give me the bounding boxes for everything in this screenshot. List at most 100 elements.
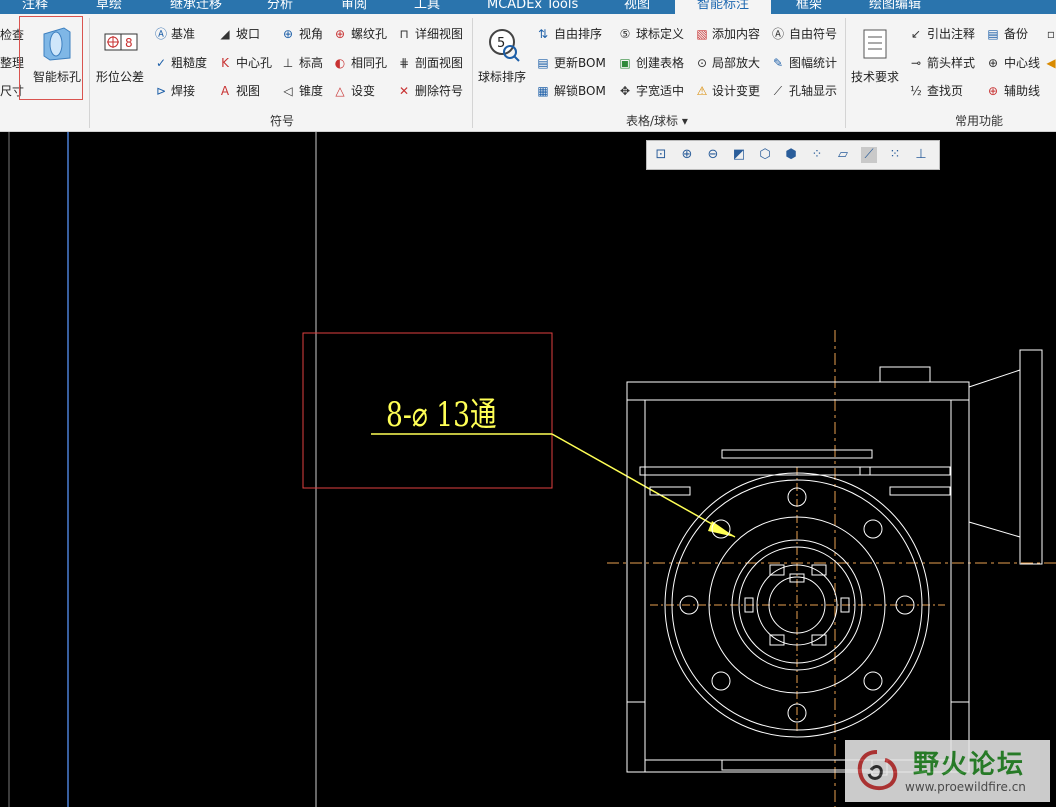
- sheet-stats-button[interactable]: 图幅统计: [789, 56, 837, 70]
- common-group-label: 常用功能: [955, 114, 1004, 128]
- svg-text:8: 8: [125, 36, 133, 50]
- fit-width-button[interactable]: 字宽适中: [636, 84, 684, 98]
- view-label-button[interactable]: 视图: [236, 84, 260, 98]
- design-change-icon: △: [335, 84, 345, 98]
- group-separator: [472, 18, 473, 128]
- repaint-icon[interactable]: ◩: [731, 147, 747, 163]
- groove-button[interactable]: 坡口: [236, 27, 260, 41]
- create-table-button[interactable]: 创建表格: [636, 56, 684, 70]
- display-style-icon[interactable]: ⬡: [757, 147, 773, 163]
- group-separator: [89, 18, 90, 128]
- tab-smart-annotate[interactable]: 智能标注: [675, 0, 772, 14]
- view-angle-button[interactable]: 视角: [299, 27, 323, 41]
- sheet-stats-icon: ✎: [772, 56, 784, 70]
- hole-axis-icon: ⟋: [773, 84, 783, 98]
- weld-button[interactable]: 焊接: [171, 84, 195, 98]
- delete-symbol-button[interactable]: 删除符号: [415, 84, 463, 98]
- update-bom-button[interactable]: 更新BOM: [554, 56, 606, 70]
- tab-view[interactable]: 视图: [624, 0, 650, 14]
- saved-view-icon[interactable]: ⬢: [783, 147, 799, 163]
- leader-note-button[interactable]: 引出注释: [927, 27, 975, 41]
- partial-tool-icon[interactable]: ▫: [1044, 27, 1056, 41]
- tab-analysis[interactable]: 分析: [267, 0, 293, 14]
- aux-line-icon: ⊕: [987, 84, 999, 98]
- watermark-title: 野火论坛: [913, 750, 1026, 780]
- view-angle-icon: ⊕: [282, 27, 294, 41]
- tech-requirement-icon: [863, 29, 887, 59]
- section-view-button[interactable]: 剖面视图: [415, 56, 463, 70]
- tab-annotate[interactable]: 注释: [22, 0, 48, 14]
- delete-symbol-icon: ✕: [398, 84, 410, 98]
- tab-frame[interactable]: 框架: [796, 0, 822, 14]
- tab-drawing-edit[interactable]: 绘图编辑: [869, 0, 921, 14]
- weld-icon: ⊳: [155, 84, 167, 98]
- group-separator: [845, 18, 846, 128]
- datum-button[interactable]: 基准: [171, 27, 195, 41]
- free-sort-button[interactable]: 自由排序: [554, 27, 602, 41]
- find-page-button[interactable]: 查找页: [927, 84, 963, 98]
- same-hole-button[interactable]: 相同孔: [351, 56, 387, 70]
- design-change-symbol-button[interactable]: 设变: [351, 84, 375, 98]
- drawing-canvas[interactable]: 8-⌀ 13通: [0, 132, 1056, 807]
- balloon-define-button[interactable]: 球标定义: [636, 27, 684, 41]
- table-group-label[interactable]: 表格/球标 ▾: [626, 112, 688, 129]
- zoom-fit-icon[interactable]: ⊡: [653, 147, 669, 163]
- leader-line[interactable]: [551, 433, 736, 538]
- add-content-button[interactable]: 添加内容: [712, 27, 760, 41]
- elevation-icon: ⊥: [282, 56, 294, 70]
- tab-tools[interactable]: 工具: [414, 0, 440, 14]
- smart-hole-button[interactable]: 智能标孔: [33, 68, 81, 85]
- local-zoom-icon: ⊙: [696, 56, 708, 70]
- free-sort-icon: ⇅: [537, 27, 549, 41]
- partial-tool-icon-2[interactable]: ◀: [1044, 56, 1056, 70]
- taper-button[interactable]: 锥度: [299, 84, 323, 98]
- balloon-sort-button[interactable]: 球标排序: [478, 68, 526, 85]
- zoom-out-icon[interactable]: ⊖: [705, 147, 721, 163]
- tab-sketch[interactable]: 草绘: [96, 0, 122, 14]
- groove-icon: ◢: [220, 27, 230, 41]
- center-hole-button[interactable]: 中心孔: [236, 56, 272, 70]
- view-toolbar: ⊡ ⊕ ⊖ ◩ ⬡ ⬢ ⁘ ⏥ ⟋ ⁙ ⊥: [646, 140, 940, 170]
- balloon-sort-icon: 5: [489, 29, 520, 62]
- design-change-warning-icon: ⚠: [696, 84, 708, 98]
- hole-annotation-text[interactable]: 8-⌀ 13通: [386, 387, 497, 436]
- add-content-icon: ▧: [696, 27, 708, 41]
- tab-mcadex-tools[interactable]: MCADEx Tools: [487, 0, 578, 14]
- detail-view-button[interactable]: 详细视图: [415, 27, 463, 41]
- unlock-bom-button[interactable]: 解锁BOM: [554, 84, 606, 98]
- elevation-button[interactable]: 标高: [299, 56, 323, 70]
- design-change-button[interactable]: 设计变更: [712, 84, 760, 98]
- datum-display-icon[interactable]: ⁘: [809, 147, 825, 163]
- roughness-button[interactable]: 粗糙度: [171, 56, 207, 70]
- tech-requirement-button[interactable]: 技术要求: [851, 68, 899, 85]
- datum-icon: Ⓐ: [154, 27, 167, 41]
- forum-watermark: 野火论坛 www.proewildfire.cn: [845, 740, 1050, 802]
- tab-inherit-migrate[interactable]: 继承迁移: [170, 0, 222, 14]
- zoom-in-icon[interactable]: ⊕: [679, 147, 695, 163]
- chevron-down-icon: ▾: [681, 114, 688, 128]
- thread-hole-button[interactable]: 螺纹孔: [351, 27, 387, 41]
- plane-display-icon[interactable]: ⏥: [835, 147, 851, 163]
- arrow-style-icon: ⊸: [910, 56, 922, 70]
- same-hole-icon: ◐: [334, 56, 346, 70]
- arrow-style-button[interactable]: 箭头样式: [927, 56, 975, 70]
- watermark-url: www.proewildfire.cn: [905, 780, 1026, 794]
- thread-hole-icon: ⊕: [334, 27, 346, 41]
- tab-review[interactable]: 审阅: [341, 0, 367, 14]
- point-display-icon[interactable]: ⁙: [887, 147, 903, 163]
- axis-display-icon[interactable]: ⟋: [861, 147, 877, 163]
- center-line-button[interactable]: 中心线: [1004, 56, 1040, 70]
- form-tolerance-button[interactable]: 形位公差: [96, 68, 144, 85]
- roughness-icon: ✓: [155, 56, 167, 70]
- free-symbol-button[interactable]: 自由符号: [789, 27, 837, 41]
- balloon-define-icon: ⑤: [619, 27, 631, 41]
- aux-line-button[interactable]: 辅助线: [1004, 84, 1040, 98]
- form-tolerance-icon: 8: [104, 33, 138, 51]
- forum-logo-icon: [857, 750, 898, 791]
- hole-axis-display-button[interactable]: 孔轴显示: [789, 84, 837, 98]
- smart-hole-icon: [43, 27, 71, 61]
- local-zoom-button[interactable]: 局部放大: [712, 56, 760, 70]
- fit-width-icon: ✥: [619, 84, 631, 98]
- backup-button[interactable]: 备份: [1004, 27, 1028, 41]
- csys-display-icon[interactable]: ⊥: [913, 147, 929, 163]
